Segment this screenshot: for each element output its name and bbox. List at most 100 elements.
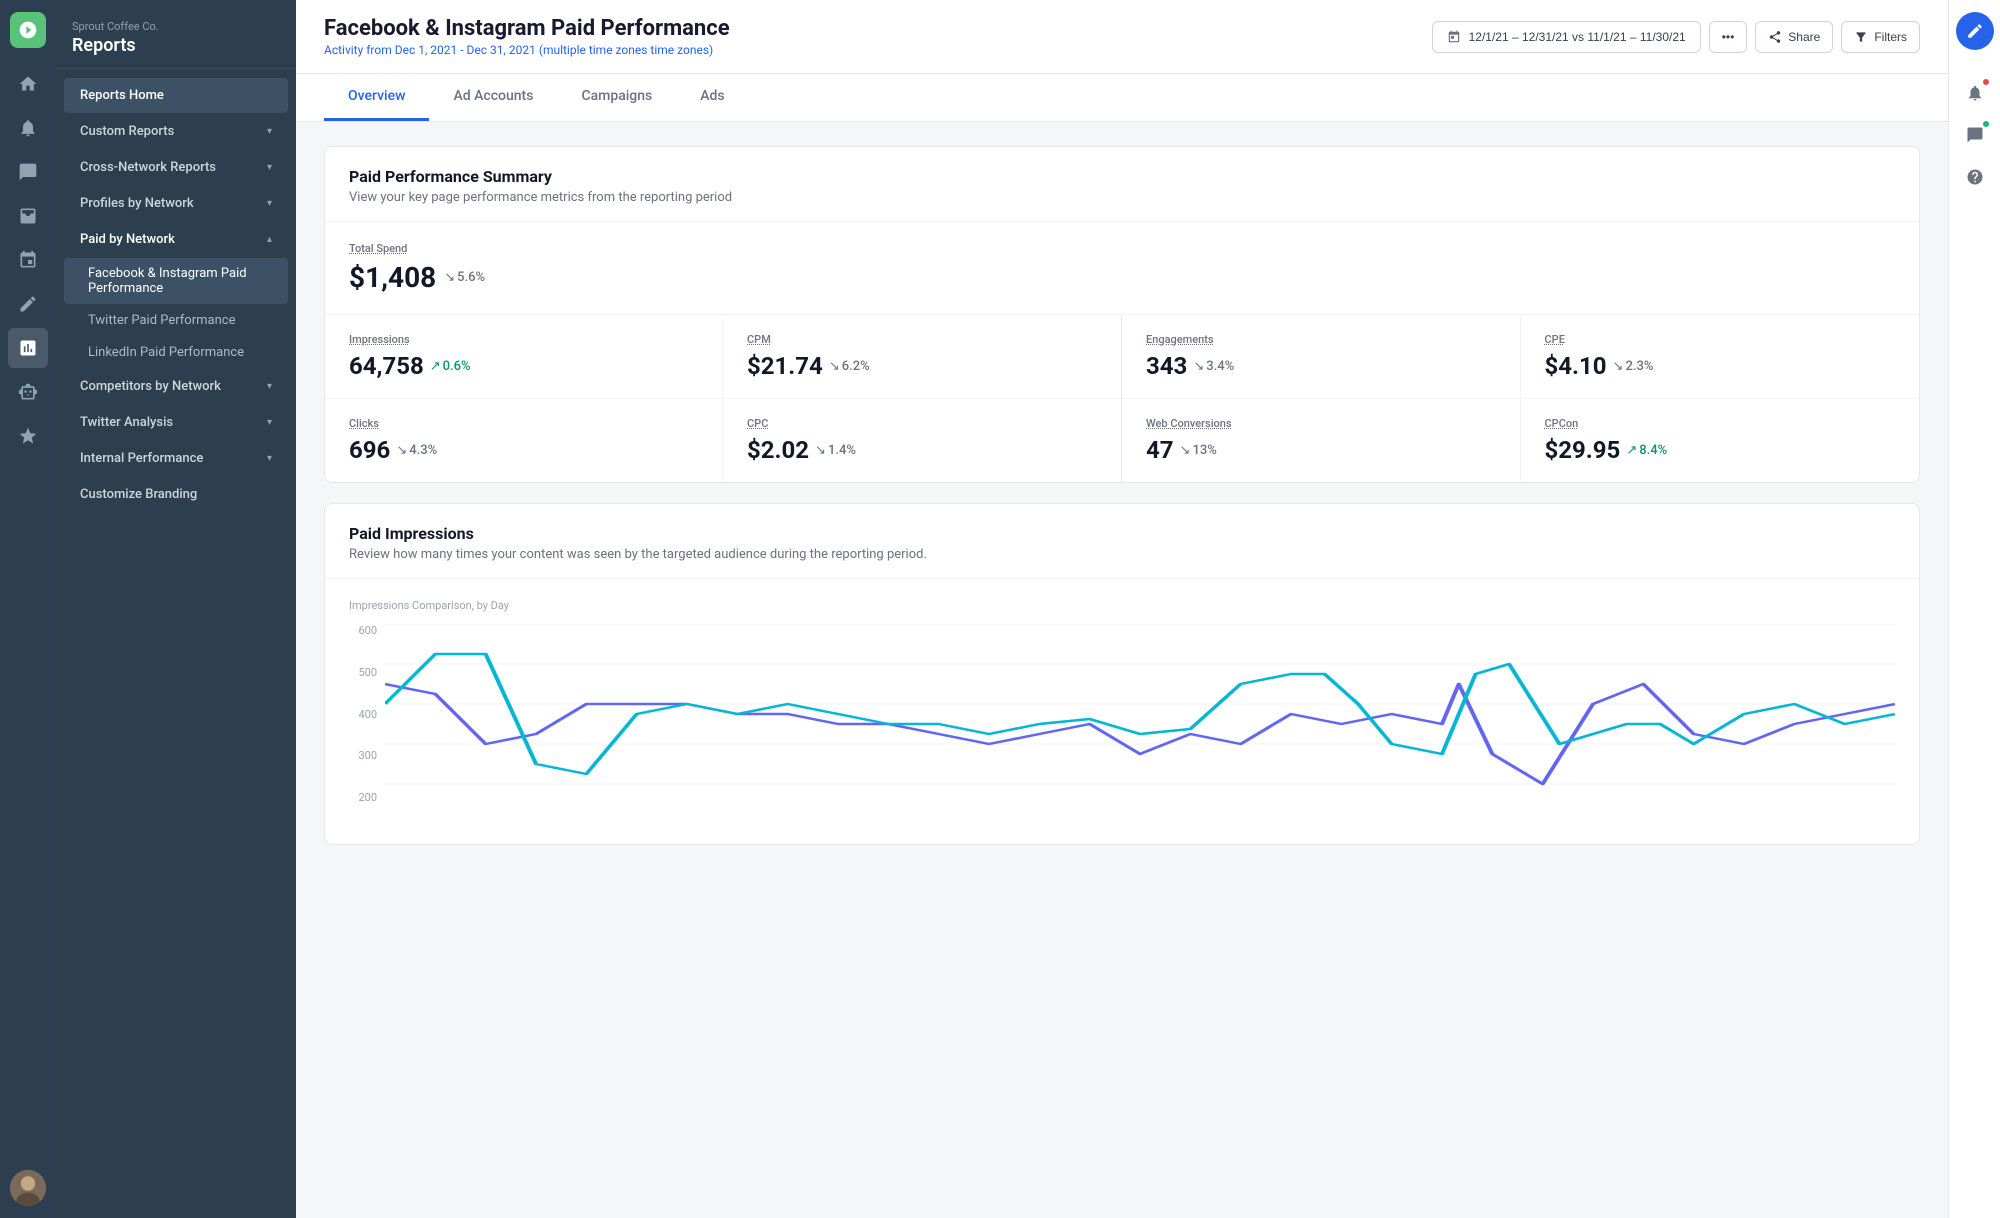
sidebar-item-reports-home[interactable]: Reports Home xyxy=(64,78,288,113)
tab-overview[interactable]: Overview xyxy=(324,74,429,121)
chart-label: Impressions Comparison, by Day xyxy=(349,599,1895,612)
more-options-button[interactable]: ••• xyxy=(1709,21,1748,53)
sidebar-nav: Reports Home Custom Reports ▾ Cross-Netw… xyxy=(56,69,296,521)
filters-label: Filters xyxy=(1874,30,1907,44)
sidebar-item-label: Customize Branding xyxy=(80,487,197,502)
nav-star-icon[interactable] xyxy=(8,416,48,456)
chevron-down-icon: ▾ xyxy=(267,162,272,173)
nav-bot-icon[interactable] xyxy=(8,372,48,412)
user-avatar[interactable] xyxy=(10,1170,46,1206)
sidebar-item-twitter-analysis[interactable]: Twitter Analysis ▾ xyxy=(64,405,288,440)
metric-engagements: Engagements 343 ↘ 3.4% xyxy=(1122,315,1521,399)
chevron-down-icon: ▾ xyxy=(267,126,272,137)
nav-bell-icon[interactable] xyxy=(8,108,48,148)
nav-inbox-icon[interactable] xyxy=(8,196,48,236)
metric-label: CPE xyxy=(1545,333,1896,346)
summary-card-title: Paid Performance Summary xyxy=(349,167,1895,186)
tab-ad-accounts[interactable]: Ad Accounts xyxy=(429,74,557,121)
total-spend-change: ↘ 5.6% xyxy=(444,270,485,285)
chevron-down-icon: ▾ xyxy=(267,198,272,209)
sidebar: Sprout Coffee Co. Reports Reports Home C… xyxy=(56,0,296,1218)
sidebar-item-label: Custom Reports xyxy=(80,124,174,139)
nav-compose-icon[interactable] xyxy=(8,284,48,324)
sidebar-subitem-fb-ig-paid[interactable]: Facebook & Instagram Paid Performance xyxy=(64,258,288,304)
chat-icon[interactable] xyxy=(1956,116,1994,154)
chevron-down-icon: ▾ xyxy=(267,381,272,392)
chevron-up-icon: ▴ xyxy=(267,234,272,245)
chat-badge xyxy=(1982,120,1990,128)
metric-change: ↘ 2.3% xyxy=(1613,359,1654,374)
metric-change: ↗ 8.4% xyxy=(1626,443,1667,458)
metrics-left-col: Impressions 64,758 ↗ 0.6% CPM $21.74 ↘ 6… xyxy=(325,315,1122,482)
activity-suffix: time zones) xyxy=(647,43,713,57)
app-title: Reports xyxy=(72,35,280,56)
summary-card-subtitle: View your key page performance metrics f… xyxy=(349,190,1895,205)
metric-value: $2.02 ↘ 1.4% xyxy=(747,436,1097,464)
metric-label: CPM xyxy=(747,333,1097,346)
metric-value: $21.74 ↘ 6.2% xyxy=(747,352,1097,380)
sidebar-subitem-linkedin-paid[interactable]: LinkedIn Paid Performance xyxy=(64,337,288,368)
app-logo xyxy=(10,12,46,48)
metrics-grid: Impressions 64,758 ↗ 0.6% CPM $21.74 ↘ 6… xyxy=(325,315,1919,482)
metric-change: ↘ 4.3% xyxy=(396,443,437,458)
metric-value: $29.95 ↗ 8.4% xyxy=(1545,436,1896,464)
sidebar-item-competitors-by-network[interactable]: Competitors by Network ▾ xyxy=(64,369,288,404)
scroll-area[interactable]: Paid Performance Summary View your key p… xyxy=(296,122,1948,1218)
more-dots-icon: ••• xyxy=(1722,30,1735,44)
date-range-text: 12/1/21 – 12/31/21 vs 11/1/21 – 11/30/21 xyxy=(1469,30,1686,44)
paid-impressions-card: Paid Impressions Review how many times y… xyxy=(324,503,1920,845)
paid-performance-summary-card: Paid Performance Summary View your key p… xyxy=(324,146,1920,483)
sidebar-subitem-twitter-paid[interactable]: Twitter Paid Performance xyxy=(64,305,288,336)
nav-home-icon[interactable] xyxy=(8,64,48,104)
sidebar-item-profiles-by-network[interactable]: Profiles by Network ▾ xyxy=(64,186,288,221)
metric-value: 343 ↘ 3.4% xyxy=(1146,352,1496,380)
sidebar-header: Sprout Coffee Co. Reports xyxy=(56,0,296,69)
date-range-button[interactable]: 12/1/21 – 12/31/21 vs 11/1/21 – 11/30/21 xyxy=(1432,21,1701,53)
y-label-600: 600 xyxy=(349,624,377,637)
sidebar-item-cross-network[interactable]: Cross-Network Reports ▾ xyxy=(64,150,288,185)
sidebar-item-paid-by-network[interactable]: Paid by Network ▴ xyxy=(64,222,288,257)
sidebar-subitem-label: LinkedIn Paid Performance xyxy=(88,345,244,360)
metric-change: ↗ 0.6% xyxy=(430,359,471,374)
right-icon-rail xyxy=(1948,0,2000,1218)
metric-cpcon: CPCon $29.95 ↗ 8.4% xyxy=(1521,399,1920,482)
metric-value: $4.10 ↘ 2.3% xyxy=(1545,352,1896,380)
sidebar-item-customize-branding[interactable]: Customize Branding xyxy=(64,477,288,512)
sidebar-item-label: Twitter Analysis xyxy=(80,415,173,430)
nav-message-icon[interactable] xyxy=(8,152,48,192)
y-axis: 600 500 400 300 200 xyxy=(349,624,385,824)
metric-value: 696 ↘ 4.3% xyxy=(349,436,698,464)
sidebar-item-custom-reports[interactable]: Custom Reports ▾ xyxy=(64,114,288,149)
tab-ads[interactable]: Ads xyxy=(676,74,748,121)
sidebar-subitem-label: Facebook & Instagram Paid Performance xyxy=(88,266,247,296)
nav-reports-icon[interactable] xyxy=(8,328,48,368)
page-title: Facebook & Instagram Paid Performance xyxy=(324,16,730,41)
metric-label: Impressions xyxy=(349,333,698,346)
notifications-icon[interactable] xyxy=(1956,74,1994,112)
filters-button[interactable]: Filters xyxy=(1841,21,1920,53)
metric-label: CPC xyxy=(747,417,1097,430)
y-label-500: 500 xyxy=(349,666,377,679)
header-actions: 12/1/21 – 12/31/21 vs 11/1/21 – 11/30/21… xyxy=(1432,21,1920,53)
sidebar-subitem-label: Twitter Paid Performance xyxy=(88,313,235,328)
chart-canvas xyxy=(385,624,1895,824)
impressions-card-header: Paid Impressions Review how many times y… xyxy=(325,504,1919,579)
impressions-card-title: Paid Impressions xyxy=(349,524,1895,543)
compose-fab-button[interactable] xyxy=(1956,12,1994,50)
nav-pin-icon[interactable] xyxy=(8,240,48,280)
chevron-down-icon: ▾ xyxy=(267,417,272,428)
y-label-300: 300 xyxy=(349,749,377,762)
help-icon[interactable] xyxy=(1956,158,1994,196)
main-content: Facebook & Instagram Paid Performance Ac… xyxy=(296,0,1948,1218)
header-subtitle: Activity from Dec 1, 2021 - Dec 31, 2021… xyxy=(324,43,730,57)
metric-change: ↘ 6.2% xyxy=(829,359,870,374)
total-spend-value: $1,408 ↘ 5.6% xyxy=(349,261,1895,294)
metric-change: ↘ 1.4% xyxy=(815,443,856,458)
tabs-bar: Overview Ad Accounts Campaigns Ads xyxy=(296,74,1948,122)
sidebar-item-internal-performance[interactable]: Internal Performance ▾ xyxy=(64,441,288,476)
share-button[interactable]: Share xyxy=(1755,21,1833,53)
tab-campaigns[interactable]: Campaigns xyxy=(557,74,676,121)
sidebar-item-label: Profiles by Network xyxy=(80,196,194,211)
timezone-link[interactable]: multiple time zones xyxy=(543,43,648,57)
metrics-right-col: Engagements 343 ↘ 3.4% CPE $4.10 ↘ 2.3% xyxy=(1122,315,1919,482)
